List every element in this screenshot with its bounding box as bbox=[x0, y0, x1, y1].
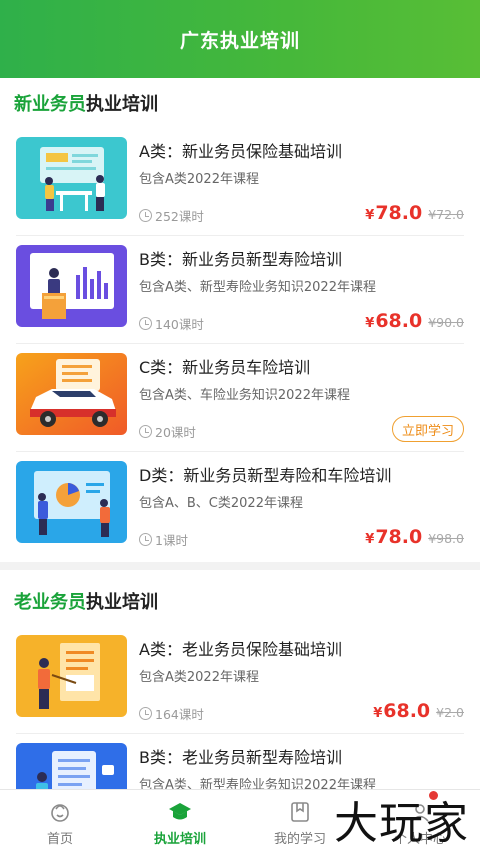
watermark-dot bbox=[429, 791, 438, 800]
course-hours: 164课时 bbox=[139, 704, 204, 723]
section-divider bbox=[0, 562, 480, 570]
analytics-illustration bbox=[16, 461, 127, 543]
course-description: 包含A类、新型寿险业务知识2022年课程 bbox=[139, 280, 376, 295]
course-hours: 140课时 bbox=[139, 314, 204, 333]
clock-icon bbox=[139, 707, 152, 720]
course-card[interactable]: D类：新业务员新型寿险和车险培训 包含A、B、C类2022年课程 1课时 ¥78… bbox=[16, 452, 464, 560]
course-description: 包含A、B、C类2022年课程 bbox=[139, 496, 303, 511]
course-thumbnail bbox=[16, 245, 127, 327]
original-price: ¥98.0 bbox=[428, 531, 464, 546]
presentation-illustration bbox=[16, 245, 127, 327]
course-card[interactable]: A类：新业务员保险基础培训 包含A类2022年课程 252课时 ¥78.0 ¥7… bbox=[16, 128, 464, 236]
price-box: ¥68.0 ¥90.0 bbox=[365, 310, 464, 332]
watermark-logo: 大玩家 bbox=[334, 798, 469, 849]
course-hours-text: 20课时 bbox=[155, 425, 196, 440]
price-box: ¥78.0 ¥72.0 bbox=[365, 202, 464, 224]
course-thumbnail bbox=[16, 353, 127, 435]
section-title-highlight: 新业务员 bbox=[14, 94, 86, 115]
course-price: ¥78.0 bbox=[365, 526, 423, 548]
original-price: ¥90.0 bbox=[428, 315, 464, 330]
page-title: 广东执业培训 bbox=[179, 29, 300, 52]
section-title-rest: 执业培训 bbox=[86, 592, 158, 613]
tab-label: 我的学习 bbox=[273, 832, 326, 847]
tab-training[interactable]: 执业培训 bbox=[120, 790, 240, 853]
course-card[interactable]: C类：新业务员车险培训 包含A类、车险业务知识2022年课程 20课时 立即学习 bbox=[16, 344, 464, 452]
course-price: ¥68.0 bbox=[365, 310, 423, 332]
meeting-illustration bbox=[16, 137, 127, 219]
course-hours: 252课时 bbox=[139, 206, 204, 225]
course-thumbnail bbox=[16, 137, 127, 219]
course-hours-text: 140课时 bbox=[155, 317, 204, 332]
section-title-new-agents: 新业务员 执业培训 bbox=[0, 78, 480, 128]
section-title-highlight: 老业务员 bbox=[14, 592, 86, 613]
clock-icon bbox=[139, 425, 152, 438]
section-title-rest: 执业培训 bbox=[86, 94, 158, 115]
course-thumbnail bbox=[16, 461, 127, 543]
app-header: 广东执业培训 bbox=[0, 0, 480, 78]
start-learning-button[interactable]: 立即学习 bbox=[391, 416, 464, 442]
section-title-old-agents: 老业务员 执业培训 bbox=[0, 576, 480, 626]
course-title: A类：老业务员保险基础培训 bbox=[139, 640, 342, 659]
home-icon bbox=[51, 804, 69, 822]
clock-icon bbox=[139, 533, 152, 546]
course-title: D类：新业务员新型寿险和车险培训 bbox=[139, 466, 392, 485]
course-card[interactable]: A类：老业务员保险基础培训 包含A类2022年课程 164课时 ¥68.0 ¥2… bbox=[16, 626, 464, 734]
course-title: B类：老业务员新型寿险培训 bbox=[139, 748, 342, 767]
course-hours-text: 164课时 bbox=[155, 707, 204, 722]
course-thumbnail bbox=[16, 635, 127, 717]
course-price: ¥68.0 bbox=[373, 700, 431, 722]
price-box: ¥68.0 ¥2.0 bbox=[373, 700, 464, 722]
course-hours-text: 252课时 bbox=[155, 209, 204, 224]
course-title: C类：新业务员车险培训 bbox=[139, 358, 311, 377]
clock-icon bbox=[139, 317, 152, 330]
course-card[interactable]: B类：新业务员新型寿险培训 包含A类、新型寿险业务知识2022年课程 140课时… bbox=[16, 236, 464, 344]
graduation-cap-icon bbox=[169, 803, 191, 820]
course-description: 包含A类2022年课程 bbox=[139, 172, 259, 187]
course-description: 包含A类2022年课程 bbox=[139, 670, 259, 685]
car-illustration bbox=[16, 353, 127, 435]
course-hours-text: 1课时 bbox=[155, 533, 188, 548]
tab-label: 首页 bbox=[46, 832, 73, 847]
course-hours: 20课时 bbox=[139, 422, 196, 441]
clock-icon bbox=[139, 209, 152, 222]
tab-label: 执业培训 bbox=[153, 832, 206, 847]
original-price: ¥72.0 bbox=[428, 207, 464, 222]
original-price: ¥2.0 bbox=[436, 705, 464, 720]
course-hours: 1课时 bbox=[139, 530, 188, 549]
bookmark-book-icon bbox=[291, 802, 309, 822]
tab-home[interactable]: 首页 bbox=[0, 790, 120, 853]
course-title: B类：新业务员新型寿险培训 bbox=[139, 250, 342, 269]
course-description: 包含A类、车险业务知识2022年课程 bbox=[139, 388, 350, 403]
course-price: ¥78.0 bbox=[365, 202, 423, 224]
course-title: A类：新业务员保险基础培训 bbox=[139, 142, 342, 161]
teacher-illustration bbox=[16, 635, 127, 717]
price-box: ¥78.0 ¥98.0 bbox=[365, 526, 464, 548]
